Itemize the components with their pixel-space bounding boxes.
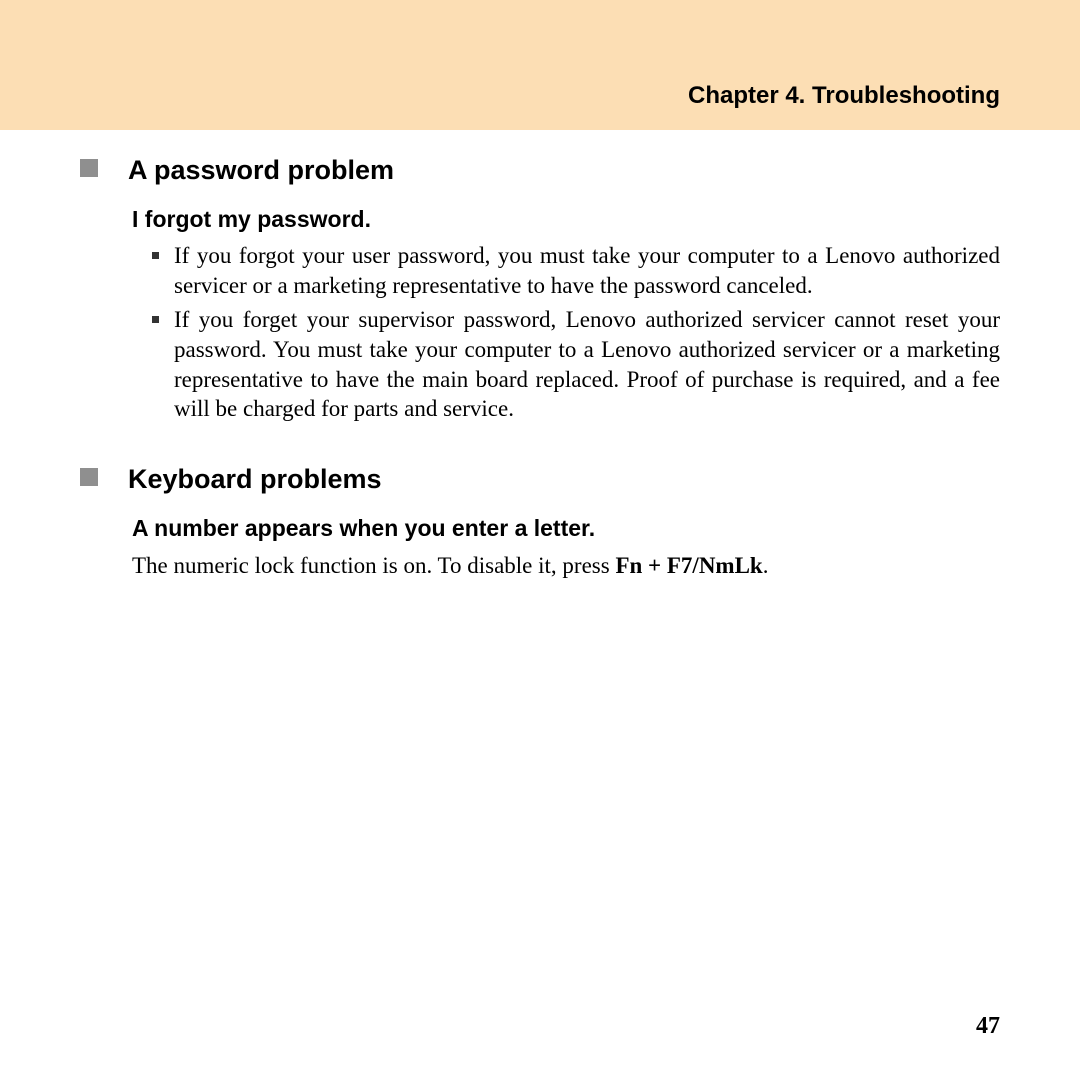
list-item: If you forget your supervisor password, …	[152, 305, 1000, 425]
page-number: 47	[976, 1013, 1000, 1040]
square-bullet-icon	[80, 468, 98, 486]
section-title: Keyboard problems	[128, 464, 382, 495]
section-keyboard-problems: Keyboard problems A number appears when …	[80, 464, 1000, 581]
section-head: Keyboard problems	[80, 464, 1000, 495]
document-page: Chapter 4. Troubleshooting A password pr…	[0, 0, 1080, 1080]
section-title: A password problem	[128, 155, 394, 186]
subsection: A number appears when you enter a letter…	[132, 515, 1000, 542]
bullet-list: If you forgot your user password, you mu…	[152, 241, 1000, 424]
sub-title: I forgot my password.	[132, 206, 1000, 233]
body-bold: Fn + F7/NmLk	[615, 553, 762, 578]
list-item: If you forgot your user password, you mu…	[152, 241, 1000, 301]
square-bullet-icon	[80, 159, 98, 177]
page-content: A password problem I forgot my password.…	[0, 130, 1080, 581]
body-prefix: The numeric lock function is on. To disa…	[132, 553, 615, 578]
section-head: A password problem	[80, 155, 1000, 186]
subsection: I forgot my password. If you forgot your…	[132, 206, 1000, 424]
body-text: The numeric lock function is on. To disa…	[132, 550, 1000, 581]
body-suffix: .	[763, 553, 769, 578]
chapter-title: Chapter 4. Troubleshooting	[688, 82, 1000, 110]
sub-title: A number appears when you enter a letter…	[132, 515, 1000, 542]
section-password-problem: A password problem I forgot my password.…	[80, 155, 1000, 424]
header-band: Chapter 4. Troubleshooting	[0, 0, 1080, 130]
